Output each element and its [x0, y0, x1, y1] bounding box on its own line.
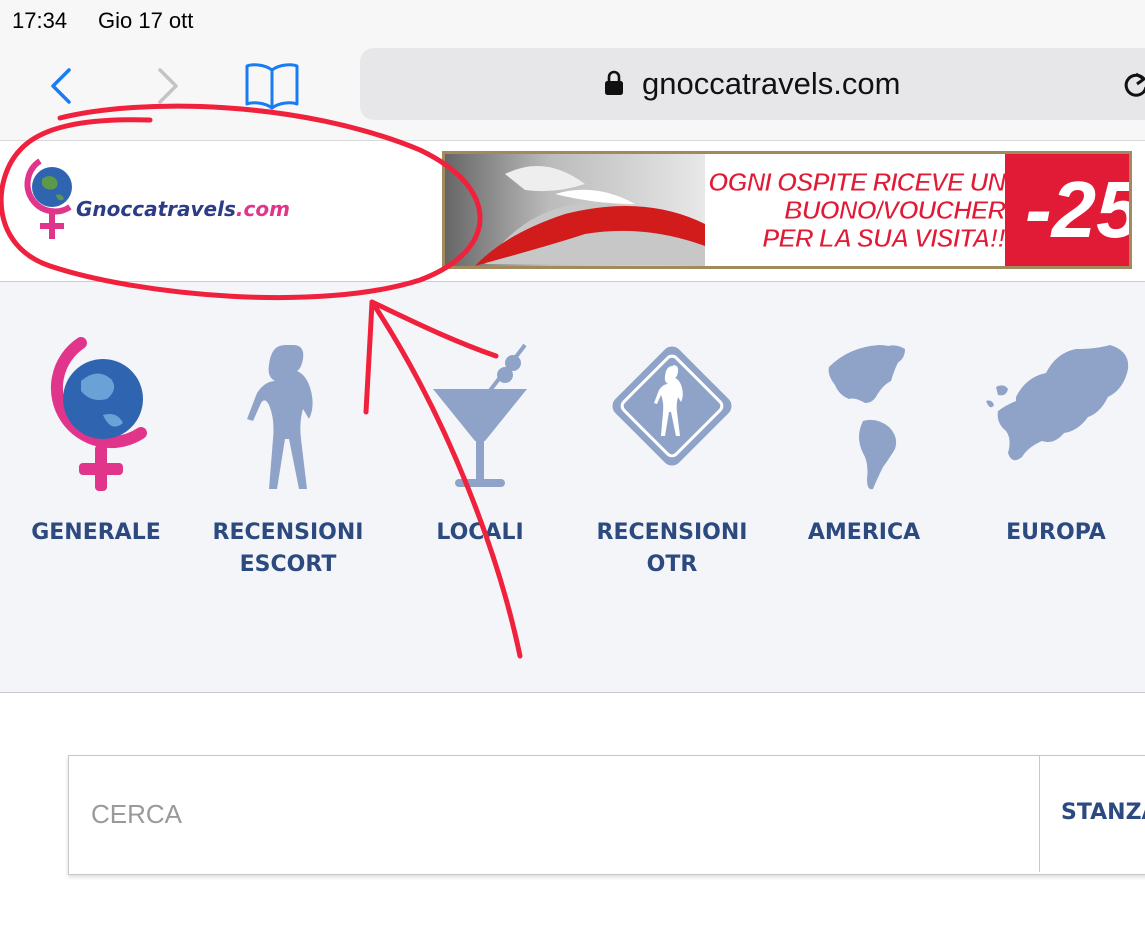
banner-line-1: OGNI OSPITE RICEVE UN — [708, 167, 1007, 197]
category-label: RECENSIONI OTR — [587, 517, 757, 581]
status-time: 17:34 — [12, 8, 68, 33]
reload-icon[interactable] — [1124, 70, 1145, 100]
woman-silhouette-icon — [247, 345, 313, 489]
category-label: EUROPA — [971, 517, 1141, 549]
category-label-line1: LOCALI — [436, 520, 524, 545]
site-logo[interactable]: Gnoccatravels.com — [18, 155, 338, 245]
category-label-line1: AMERICA — [807, 520, 921, 545]
category-europa[interactable]: EUROPA — [971, 337, 1141, 549]
logo-text: Gnoccatravels.com — [76, 197, 290, 221]
america-map-icon — [828, 345, 905, 490]
category-label: LOCALI — [395, 517, 565, 549]
ad-banner[interactable]: OGNI OSPITE RICEVE UN BUONO/VOUCHER PER … — [442, 151, 1132, 269]
category-label-line2: OTR — [646, 552, 698, 577]
logo-brand: Gnoccatravels — [76, 197, 236, 221]
search-box: STANZA — [68, 755, 1145, 875]
banner-line-3: PER LA SUA VISITA!! — [762, 223, 1007, 253]
banner-line-2: BUONO/VOUCHER — [783, 195, 1006, 225]
road-sign-icon — [612, 346, 732, 466]
chevron-left-icon[interactable] — [40, 64, 84, 108]
category-locali[interactable]: LOCALI — [395, 337, 565, 549]
cocktail-icon — [433, 343, 527, 487]
globe-female-icon — [50, 337, 147, 491]
logo-domain: .com — [235, 197, 290, 221]
category-nav: GENERALE RECENSIONI ESCORT LOCALI RECENSI… — [0, 282, 1145, 693]
chevron-right-icon[interactable] — [145, 64, 189, 108]
logo-globe-icon — [24, 158, 72, 239]
category-label: RECENSIONI ESCORT — [203, 517, 373, 581]
status-bar: 17:34 Gio 17 ott — [0, 0, 1145, 44]
browser-toolbar: gnoccatravels.com — [0, 44, 1145, 141]
category-label-line1: RECENSIONI — [212, 520, 364, 545]
europe-map-icon — [986, 345, 1129, 461]
banner-discount: -25 — [1005, 154, 1129, 266]
category-label-line2: ESCORT — [239, 552, 337, 577]
category-recensioni-otr[interactable]: RECENSIONI OTR — [587, 337, 757, 581]
site-header: Gnoccatravels.com OGNI OSPITE RICEVE UN … — [0, 141, 1145, 282]
category-america[interactable]: AMERICA — [779, 337, 949, 549]
category-label: AMERICA — [779, 517, 949, 549]
category-label-line1: RECENSIONI — [596, 520, 748, 545]
status-date: Gio 17 ott — [98, 8, 194, 33]
category-label-line1: GENERALE — [31, 520, 161, 545]
category-generale[interactable]: GENERALE — [11, 337, 181, 549]
search-filter-button[interactable]: STANZA — [1061, 800, 1145, 825]
category-label: GENERALE — [11, 517, 181, 549]
book-icon[interactable] — [244, 60, 300, 110]
url-bar[interactable]: gnoccatravels.com — [360, 48, 1145, 120]
search-input[interactable] — [69, 756, 1039, 872]
banner-text: OGNI OSPITE RICEVE UN BUONO/VOUCHER PER … — [655, 167, 1007, 253]
lock-icon — [604, 70, 624, 96]
url-text: gnoccatravels.com — [642, 66, 901, 101]
category-label-line1: EUROPA — [1006, 520, 1106, 545]
category-recensioni-escort[interactable]: RECENSIONI ESCORT — [203, 337, 373, 581]
search-divider — [1039, 756, 1040, 872]
